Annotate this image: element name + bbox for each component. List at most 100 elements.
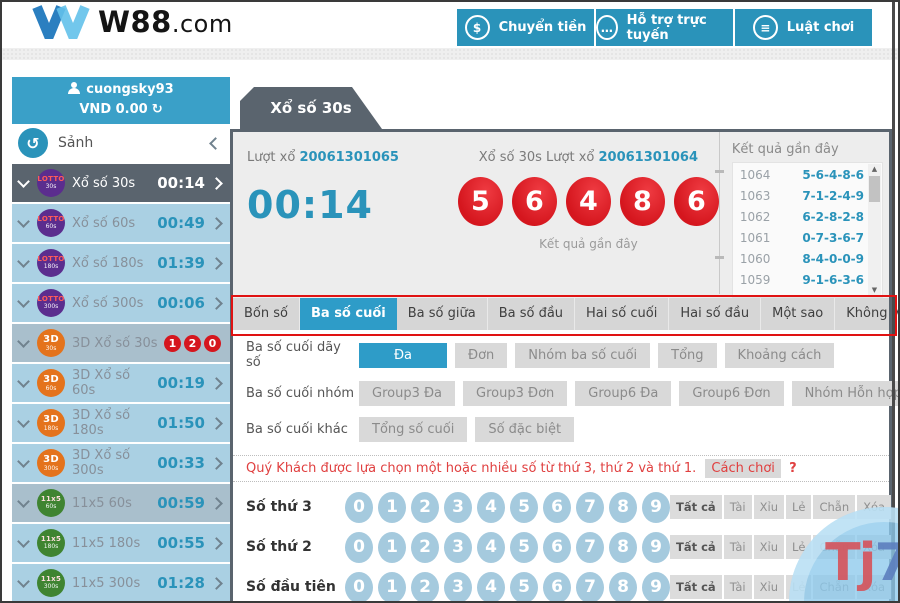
sidebar-game-row[interactable]: 11x5 180s 11x5 180s 00:55: [12, 524, 230, 562]
bet-type-tab[interactable]: Một sao: [761, 298, 835, 330]
bet-type-tab[interactable]: Ba số giữa: [397, 298, 488, 330]
chevron-down-icon[interactable]: [17, 535, 30, 548]
digit-button[interactable]: 4: [477, 532, 505, 563]
digit-button[interactable]: 5: [510, 572, 538, 603]
digit-button[interactable]: 8: [609, 492, 637, 523]
digit-button[interactable]: 2: [411, 492, 439, 523]
header-button[interactable]: ≡ Luật chơi: [735, 9, 872, 46]
digit-button[interactable]: 4: [477, 492, 505, 523]
scrollbar-thumb[interactable]: [869, 176, 880, 202]
collapse-sidebar-icon[interactable]: [209, 137, 222, 150]
chevron-down-icon[interactable]: [17, 495, 30, 508]
quick-select-button[interactable]: Tài: [724, 575, 752, 599]
bet-option-button[interactable]: Tổng số cuối: [359, 417, 467, 442]
bet-option-button[interactable]: Group6 Đa: [575, 381, 671, 406]
digit-button[interactable]: 1: [378, 532, 406, 563]
bet-option-button[interactable]: Group3 Đa: [359, 381, 455, 406]
digit-button[interactable]: 8: [609, 532, 637, 563]
chevron-down-icon[interactable]: [17, 175, 30, 188]
quick-select-button[interactable]: Tất cả: [670, 535, 722, 559]
sidebar-game-row[interactable]: 3D 60s 3D Xổ số 60s 00:19: [12, 364, 230, 402]
chevron-right-icon[interactable]: [210, 297, 223, 310]
bet-option-button[interactable]: Group6 Đơn: [679, 381, 783, 406]
header-button[interactable]: … Hỗ trợ trực tuyến: [596, 9, 733, 46]
chevron-down-icon[interactable]: [17, 375, 30, 388]
lobby-row[interactable]: ↺ Sảnh: [12, 124, 230, 162]
quick-select-button[interactable]: Lẻ: [786, 495, 811, 519]
quick-select-button[interactable]: Xóa: [857, 495, 891, 519]
quick-select-button[interactable]: Xóa: [857, 575, 891, 599]
digit-button[interactable]: 3: [444, 492, 472, 523]
digit-button[interactable]: 9: [642, 492, 670, 523]
back-icon[interactable]: ↺: [18, 128, 48, 158]
bet-option-button[interactable]: Nhóm ba số cuối: [515, 343, 650, 368]
bet-option-button[interactable]: Tổng: [658, 343, 716, 368]
quick-select-button[interactable]: Tài: [724, 535, 752, 559]
quick-select-button[interactable]: Lẻ: [786, 535, 811, 559]
sidebar-game-row[interactable]: LOTTO 60s Xổ số 60s 00:49: [12, 204, 230, 242]
digit-button[interactable]: 6: [543, 532, 571, 563]
scroll-down-icon[interactable]: ▼: [868, 285, 881, 296]
digit-button[interactable]: 1: [378, 492, 406, 523]
sidebar-game-row[interactable]: LOTTO 30s Xổ số 30s 00:14: [12, 164, 230, 202]
chevron-down-icon[interactable]: [17, 215, 30, 228]
digit-button[interactable]: 7: [576, 532, 604, 563]
bet-type-tab[interactable]: Bốn số: [233, 298, 300, 330]
bet-option-button[interactable]: Đơn: [455, 343, 507, 368]
digit-button[interactable]: 6: [543, 572, 571, 603]
bet-type-tab[interactable]: Hai số cuối: [575, 298, 669, 330]
quick-select-button[interactable]: Tất cả: [670, 575, 722, 599]
quick-select-button[interactable]: Chẵn: [813, 535, 855, 559]
bet-type-tab[interactable]: Ba số cuối: [300, 298, 397, 330]
chevron-down-icon[interactable]: [17, 575, 30, 588]
digit-button[interactable]: 3: [444, 572, 472, 603]
sidebar-game-row[interactable]: 3D 180s 3D Xổ số 180s 01:50: [12, 404, 230, 442]
bet-type-tab[interactable]: Ba số đầu: [488, 298, 575, 330]
sidebar-game-row[interactable]: 11x5 300s 11x5 300s 01:28: [12, 564, 230, 602]
digit-button[interactable]: 2: [411, 532, 439, 563]
digit-button[interactable]: 0: [345, 572, 373, 603]
chevron-right-icon[interactable]: [210, 457, 223, 470]
digit-button[interactable]: 7: [576, 572, 604, 603]
bet-option-button[interactable]: Group3 Đơn: [463, 381, 567, 406]
chevron-down-icon[interactable]: [17, 455, 30, 468]
chevron-down-icon[interactable]: [17, 295, 30, 308]
quick-select-button[interactable]: Chẵn: [813, 495, 855, 519]
digit-button[interactable]: 6: [543, 492, 571, 523]
quick-select-button[interactable]: Chẵn: [813, 575, 855, 599]
chevron-right-icon[interactable]: [210, 537, 223, 550]
quick-select-button[interactable]: Xỉu: [754, 575, 784, 599]
digit-button[interactable]: 0: [345, 492, 373, 523]
chevron-down-icon[interactable]: [17, 255, 30, 268]
digit-button[interactable]: 5: [510, 492, 538, 523]
chevron-right-icon[interactable]: [210, 417, 223, 430]
sidebar-game-row[interactable]: LOTTO 300s Xổ số 300s 00:06: [12, 284, 230, 322]
digit-button[interactable]: 8: [609, 572, 637, 603]
chevron-right-icon[interactable]: [210, 257, 223, 270]
digit-button[interactable]: 3: [444, 532, 472, 563]
scrollbar[interactable]: ▲ ▼: [868, 164, 881, 296]
digit-button[interactable]: 9: [642, 532, 670, 563]
quick-select-button[interactable]: Xỉu: [754, 535, 784, 559]
bet-option-button[interactable]: Nhóm Hỗn hợp: [792, 381, 900, 406]
chevron-down-icon[interactable]: [17, 335, 30, 348]
quick-select-button[interactable]: Xỉu: [754, 495, 784, 519]
digit-button[interactable]: 2: [411, 572, 439, 603]
bet-type-tab[interactable]: Không vị trí: [835, 298, 900, 330]
chevron-right-icon[interactable]: [210, 577, 223, 590]
sidebar-game-row[interactable]: 11x5 60s 11x5 60s 00:59: [12, 484, 230, 522]
chevron-right-icon[interactable]: [210, 177, 223, 190]
sidebar-game-row[interactable]: 3D 30s 3D Xổ số 30s 1 2 0: [12, 324, 230, 362]
digit-button[interactable]: 7: [576, 492, 604, 523]
scroll-up-icon[interactable]: ▲: [868, 164, 881, 175]
bet-type-tab[interactable]: Hai số đầu: [669, 298, 761, 330]
chevron-right-icon[interactable]: [210, 217, 223, 230]
bet-option-button[interactable]: Đa: [359, 343, 447, 368]
sidebar-game-row[interactable]: LOTTO 180s Xổ số 180s 01:39: [12, 244, 230, 282]
header-button[interactable]: $ Chuyển tiền: [457, 9, 594, 46]
quick-select-button[interactable]: Tài: [724, 495, 752, 519]
game-tab-title[interactable]: Xổ số 30s: [240, 87, 382, 129]
chevron-down-icon[interactable]: [17, 415, 30, 428]
digit-button[interactable]: 4: [477, 572, 505, 603]
chevron-right-icon[interactable]: [210, 377, 223, 390]
